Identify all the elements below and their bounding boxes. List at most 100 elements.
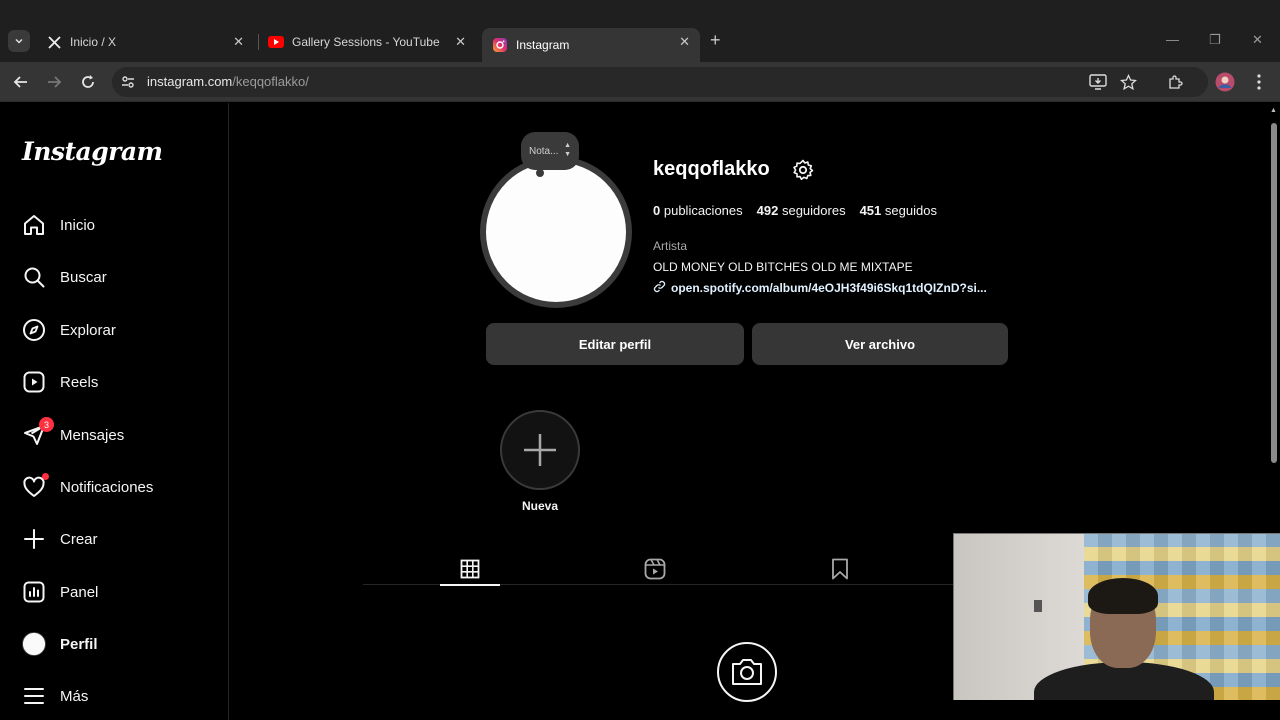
webcam-overlay	[953, 533, 1280, 700]
profile-bio: OLD MONEY OLD BITCHES OLD ME MIXTAPE	[653, 260, 913, 274]
x-logo-icon	[46, 34, 62, 50]
link-icon	[653, 280, 666, 296]
dashboard-icon	[22, 580, 46, 604]
extensions-icon[interactable]	[1165, 72, 1185, 92]
posts-count: 0	[653, 203, 661, 218]
tab-saved[interactable]	[810, 553, 870, 585]
sidebar-item-notificaciones[interactable]: Notificaciones	[22, 472, 153, 502]
tab-title: Inicio / X	[70, 35, 117, 49]
profile-username: keqqoflakko	[653, 158, 770, 180]
sidebar-item-label: Perfil	[60, 635, 98, 653]
sidebar-item-crear[interactable]: Crear	[22, 524, 98, 554]
forward-icon[interactable]	[44, 72, 64, 92]
sidebar-item-label: Mensajes	[60, 426, 125, 444]
browser-menu-icon[interactable]	[1249, 72, 1269, 92]
sidebar-item-label: Panel	[60, 583, 99, 601]
heart-icon	[22, 473, 49, 499]
tab-reels[interactable]	[625, 553, 685, 585]
browser-toolbar: instagram.com/keqqoflakko/	[0, 62, 1280, 102]
chevron-down-icon	[15, 38, 23, 44]
new-highlight-button[interactable]	[500, 410, 580, 490]
sidebar-item-label: Inicio	[60, 216, 96, 234]
webcam-wall-socket	[1034, 600, 1042, 612]
followers-label: seguidores	[781, 203, 846, 218]
link-text: open.spotify.com/album/4eOJH3f49i6Skq1td…	[671, 281, 987, 295]
camera-icon	[717, 642, 777, 702]
notification-dot	[42, 473, 49, 480]
note-bubble[interactable]: Nota... ▲ ▼	[521, 132, 579, 170]
menu-icon	[22, 684, 46, 708]
install-app-icon[interactable]	[1088, 72, 1108, 92]
settings-gear-icon[interactable]	[792, 159, 814, 181]
tab-close-icon[interactable]: ✕	[233, 34, 244, 50]
sidebar-item-inicio[interactable]: Inicio	[22, 210, 95, 240]
tab-close-icon[interactable]: ✕	[455, 34, 466, 50]
tab-instagram[interactable]: Instagram ✕	[482, 28, 700, 62]
reels-icon	[644, 558, 666, 580]
new-tab-icon[interactable]: +	[710, 30, 721, 51]
followers-count: 492	[756, 203, 779, 218]
url-text: instagram.com/keqqoflakko/	[147, 74, 309, 89]
close-window-icon[interactable]: ✕	[1252, 32, 1263, 48]
sidebar-item-perfil[interactable]: Perfil	[22, 629, 98, 659]
notification-badge: 3	[39, 417, 54, 432]
sidebar-item-mensajes[interactable]: 3 Mensajes	[22, 417, 125, 450]
bookmark-icon	[832, 558, 848, 580]
posts-label: publicaciones	[663, 203, 743, 218]
plus-icon	[22, 527, 46, 551]
bookmark-star-icon[interactable]	[1118, 72, 1138, 92]
youtube-icon	[268, 34, 284, 50]
profile-stats: 0 publicaciones 492 seguidores 451 segui…	[653, 203, 937, 218]
reels-icon	[22, 370, 46, 394]
address-bar[interactable]: instagram.com/keqqoflakko/	[112, 67, 1208, 97]
followers-stat[interactable]: 492 seguidores	[757, 203, 846, 218]
sidebar-item-reels[interactable]: Reels	[22, 367, 98, 397]
sidebar-item-label: Explorar	[60, 321, 116, 339]
sidebar-item-label: Crear	[60, 530, 98, 548]
note-text: Nota...	[529, 145, 559, 157]
profile-link[interactable]: open.spotify.com/album/4eOJH3f49i6Skq1td…	[653, 280, 987, 296]
search-icon	[22, 265, 46, 289]
tab-title: Instagram	[516, 38, 570, 52]
scrollbar-thumb[interactable]	[1271, 123, 1277, 463]
reload-icon[interactable]	[78, 72, 98, 92]
tab-close-icon[interactable]: ✕	[679, 34, 690, 50]
note-bubble-tail	[536, 169, 544, 177]
sidebar-item-mas[interactable]: Más	[22, 681, 88, 711]
avatar-icon	[22, 632, 46, 656]
site-settings-icon[interactable]	[120, 74, 136, 95]
instagram-logo[interactable]: Instagram	[22, 137, 163, 166]
home-icon	[22, 213, 46, 237]
following-label: seguidos	[884, 203, 937, 218]
messenger-icon: 3	[22, 417, 54, 447]
sidebar-item-explorar[interactable]: Explorar	[22, 315, 116, 345]
tab-posts[interactable]	[440, 553, 500, 586]
tab-search-button[interactable]	[8, 30, 30, 52]
sidebar-item-label: Reels	[60, 373, 99, 391]
following-count: 451	[859, 203, 882, 218]
edit-profile-button[interactable]: Editar perfil	[486, 323, 744, 365]
restore-icon[interactable]: ❐	[1209, 32, 1221, 48]
tab-x[interactable]: Inicio / X ✕	[36, 28, 254, 56]
profile-avatar-icon[interactable]	[1215, 72, 1235, 92]
note-chevron-icon: ▲ ▼	[564, 142, 571, 158]
compass-icon	[22, 318, 46, 342]
new-highlight-label: Nueva	[521, 499, 559, 513]
sidebar-item-label: Buscar	[60, 268, 107, 286]
sidebar-item-label: Más	[60, 687, 89, 705]
grid-icon	[460, 559, 480, 579]
following-stat[interactable]: 451 seguidos	[860, 203, 937, 218]
tab-youtube[interactable]: Gallery Sessions - YouTube ✕	[258, 28, 476, 56]
view-archive-button[interactable]: Ver archivo	[752, 323, 1008, 365]
sidebar: Instagram Inicio Buscar Explorar Reels 3…	[0, 103, 229, 720]
browser-tab-bar: Inicio / X ✕ Gallery Sessions - YouTube …	[0, 0, 1280, 62]
minimize-icon[interactable]: —	[1166, 32, 1179, 47]
sidebar-item-panel[interactable]: Panel	[22, 577, 98, 607]
posts-stat: 0 publicaciones	[653, 203, 743, 218]
profile-avatar[interactable]	[486, 162, 626, 302]
instagram-icon	[492, 37, 508, 53]
back-icon[interactable]	[11, 72, 31, 92]
scroll-up-icon[interactable]: ▲	[1270, 107, 1277, 114]
plus-icon	[524, 434, 556, 466]
sidebar-item-buscar[interactable]: Buscar	[22, 262, 107, 292]
